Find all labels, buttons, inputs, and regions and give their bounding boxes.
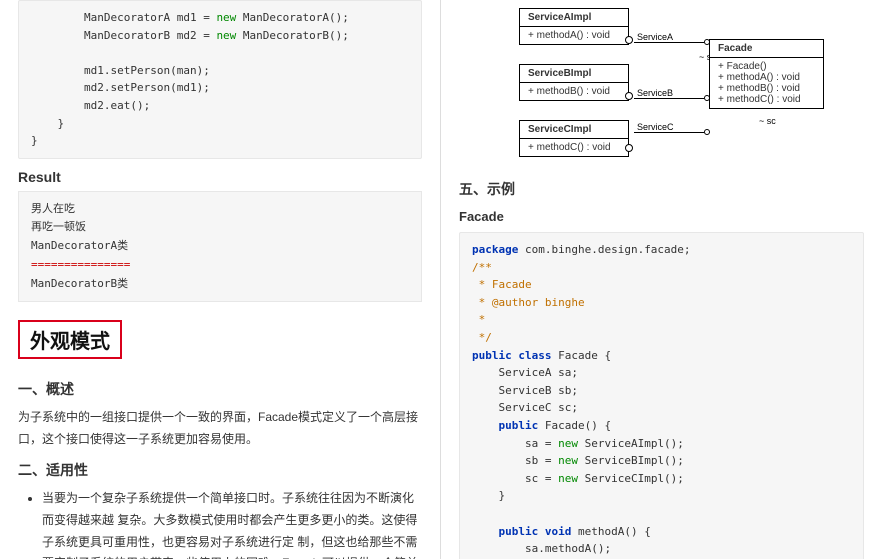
- left-column: ManDecoratorA md1 = new ManDecoratorA();…: [0, 0, 441, 559]
- heading-overview: 一、概述: [18, 379, 422, 399]
- uml-endpoint-icon: [704, 129, 710, 135]
- page-title-facade: 外观模式: [18, 320, 122, 359]
- uml-interface-icon: [625, 144, 633, 152]
- result-line: 再吃一顿饭: [31, 218, 409, 237]
- code-block-decorator: ManDecoratorA md1 = new ManDecoratorA();…: [18, 0, 422, 159]
- uml-connector: [634, 98, 704, 99]
- uml-connector: [634, 132, 704, 133]
- result-line: 男人在吃: [31, 200, 409, 219]
- uml-label-sc: ~ sc: [759, 116, 776, 126]
- right-column: ServiceAImpl + methodA() : void ServiceA…: [441, 0, 882, 559]
- applicability-list: 当要为一个复杂子系统提供一个简单接口时。子系统往往因为不断演化而变得越来越 复杂…: [18, 488, 422, 559]
- uml-label-servicec: ServiceC: [637, 122, 674, 132]
- result-output: 男人在吃 再吃一顿饭 ManDecoratorA类 ==============…: [18, 191, 422, 302]
- uml-diagram: ServiceAImpl + methodA() : void ServiceA…: [459, 4, 864, 169]
- heading-facade-code: Facade: [459, 209, 864, 224]
- result-divider: ===============: [31, 256, 409, 275]
- uml-class-serviceaimpl: ServiceAImpl + methodA() : void: [519, 8, 629, 45]
- uml-label-serviceb: ServiceB: [637, 88, 673, 98]
- uml-interface-icon: [625, 92, 633, 100]
- overview-paragraph: 为子系统中的一组接口提供一个一致的界面，Facade模式定义了一个高层接口，这个…: [18, 407, 422, 450]
- uml-connector: [634, 42, 704, 43]
- uml-class-facade: Facade + Facade() + methodA() : void + m…: [709, 39, 824, 109]
- uml-interface-icon: [625, 36, 633, 44]
- result-line: ManDecoratorA类: [31, 237, 409, 256]
- code-block-facade: package com.binghe.design.facade; /** * …: [459, 232, 864, 559]
- heading-example: 五、示例: [459, 179, 864, 199]
- list-item: 当要为一个复杂子系统提供一个简单接口时。子系统往往因为不断演化而变得越来越 复杂…: [42, 488, 422, 559]
- uml-label-servicea: ServiceA: [637, 32, 673, 42]
- uml-class-servicecimpl: ServiceCImpl + methodC() : void: [519, 120, 629, 157]
- uml-class-servicebimpl: ServiceBImpl + methodB() : void: [519, 64, 629, 101]
- heading-applicability: 二、适用性: [18, 460, 422, 480]
- result-line: ManDecoratorB类: [31, 275, 409, 294]
- result-label: Result: [18, 169, 422, 185]
